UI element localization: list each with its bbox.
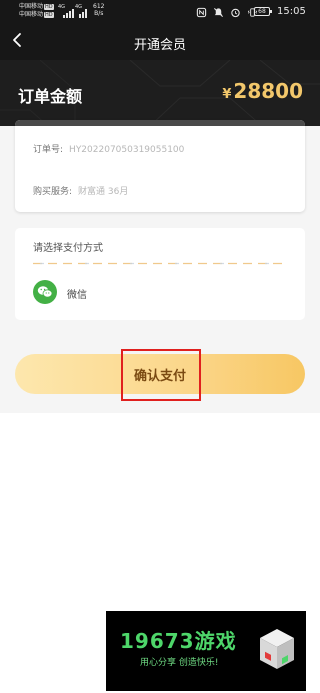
hd-badge-1: HD [44, 3, 54, 10]
carrier-1: 中国移动 HD [19, 3, 54, 11]
wechat-logo-icon [37, 286, 53, 298]
wechat-icon[interactable] [33, 280, 57, 304]
watermark-tagline: 用心分享 创造快乐! [140, 658, 219, 668]
carrier-2: 中国移动 HD [19, 11, 54, 19]
cube-logo-icon [260, 629, 294, 669]
battery-icon: 68 [254, 7, 272, 16]
carrier-1-label: 中国移动 [19, 3, 44, 10]
wechat-pay-label[interactable]: 微信 [67, 286, 87, 301]
network-speed: 612 B/s [93, 3, 104, 17]
hd-badge-2: HD [44, 11, 54, 18]
payment-section-title: 请选择支付方式 [33, 243, 103, 254]
order-amount-label: 订单金额 [18, 87, 83, 106]
signal-strength-icon: 4G 4G [58, 4, 88, 20]
watermark-text: 19673游戏 [120, 629, 237, 653]
currency-symbol: ¥ [222, 87, 232, 102]
order-amount-banner: 订单金额 ¥28800 [0, 60, 320, 126]
signal-1-label: 4G [58, 4, 66, 10]
order-number-row: 订单号: HY202207050319055100 [33, 142, 184, 155]
dashed-divider [33, 262, 287, 265]
mute-icon [213, 7, 224, 17]
network-speed-unit: B/s [94, 10, 104, 17]
page: 中国移动 HD 中国移动 HD 4G 4G 612 B/s 68 15:05 开… [0, 0, 320, 693]
order-number-label: 订单号: [33, 145, 64, 155]
payment-method-card: 请选择支付方式 微信 [15, 228, 305, 320]
status-icons [196, 6, 258, 18]
service-value: 财富通 36月 [78, 187, 129, 197]
status-bar: 中国移动 HD 中国移动 HD 4G 4G 612 B/s 68 15:05 [0, 0, 320, 24]
signal-2-label: 4G [75, 4, 83, 10]
alarm-icon [231, 8, 240, 17]
service-label: 购买服务: [33, 187, 73, 197]
order-amount-number: 28800 [233, 79, 303, 103]
service-row: 购买服务: 财富通 36月 [33, 184, 128, 197]
nav-bar: 开通会员 [0, 24, 320, 56]
order-amount-value: ¥28800 [222, 79, 303, 103]
highlight-box [121, 349, 201, 401]
network-speed-value: 612 [93, 3, 105, 10]
nfc-icon [196, 7, 207, 17]
page-title: 开通会员 [133, 38, 186, 53]
order-info-card: 订单号: HY202207050319055100 购买服务: 财富通 36月 [15, 120, 305, 212]
status-time: 15:05 [277, 6, 306, 17]
watermark: 19673游戏 用心分享 创造快乐! [106, 611, 306, 691]
order-number-value: HY202207050319055100 [69, 145, 185, 155]
carrier-2-label: 中国移动 [19, 11, 44, 18]
